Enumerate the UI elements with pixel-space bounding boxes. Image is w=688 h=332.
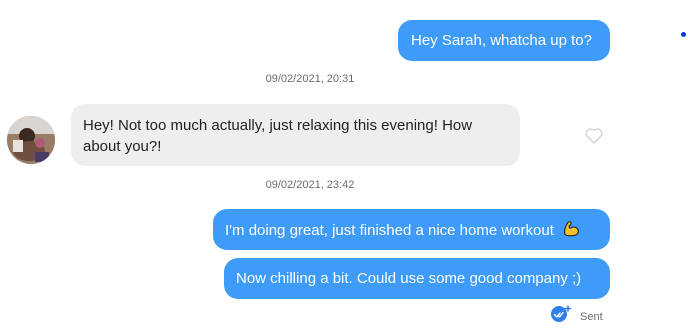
contact-avatar[interactable] xyxy=(7,116,55,164)
outgoing-message-bubble[interactable]: Hey Sarah, whatcha up to? xyxy=(398,20,610,61)
message-text: Hey! Not too much actually, just relaxin… xyxy=(83,117,473,155)
chat-thread: Hey Sarah, whatcha up to? 09/02/2021, 20… xyxy=(0,0,688,332)
message-timestamp: 09/02/2021, 23:42 xyxy=(265,179,355,191)
sent-check-icon xyxy=(550,305,572,328)
incoming-message-bubble[interactable]: Hey! Not too much actually, just relaxin… xyxy=(71,104,520,166)
heart-icon[interactable] xyxy=(584,126,604,146)
online-indicator-dot xyxy=(681,32,686,37)
outgoing-message-bubble[interactable]: Now chilling a bit. Could use some good … xyxy=(224,258,610,299)
avatar-photo xyxy=(7,116,55,164)
message-text: Now chilling a bit. Could use some good … xyxy=(236,270,582,287)
message-text: I'm doing great, just finished a nice ho… xyxy=(225,222,554,239)
message-text: Hey Sarah, whatcha up to? xyxy=(411,32,592,49)
message-status: Sent xyxy=(550,305,603,328)
sent-status-label: Sent xyxy=(580,310,603,323)
outgoing-message-bubble[interactable]: I'm doing great, just finished a nice ho… xyxy=(213,209,610,250)
flexed-biceps-icon xyxy=(562,219,581,244)
message-timestamp: 09/02/2021, 20:31 xyxy=(265,73,355,85)
